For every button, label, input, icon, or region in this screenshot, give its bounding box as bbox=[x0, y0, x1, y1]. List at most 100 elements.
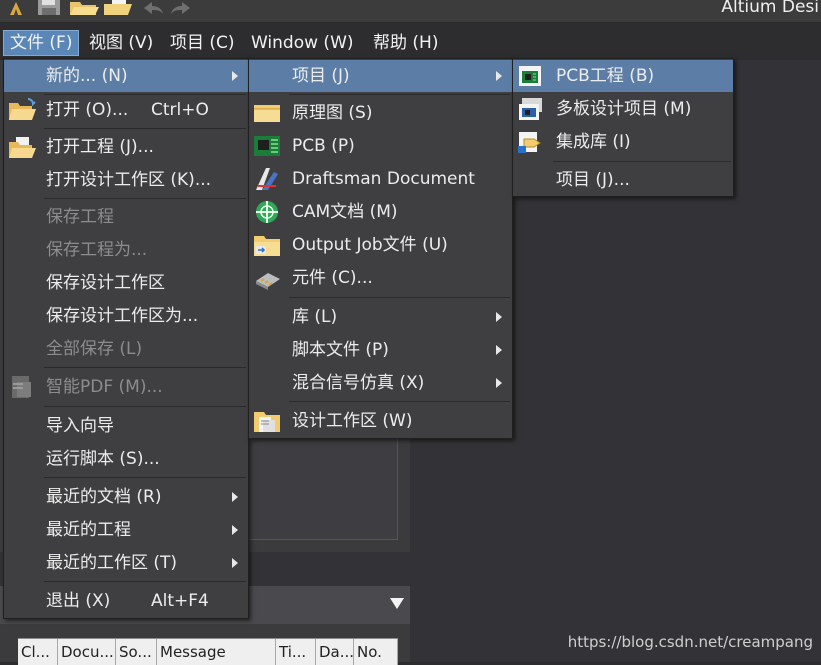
column-class[interactable]: Cl... bbox=[18, 639, 58, 665]
submenu-arrow-icon bbox=[496, 312, 502, 322]
menu-item-recent-projects[interactable]: 最近的工程 bbox=[4, 514, 248, 546]
menu-item-label: CAM文档 (M) bbox=[292, 202, 398, 222]
menu-item-save-project[interactable]: 保存工程 bbox=[4, 201, 248, 233]
open-folder-icon[interactable] bbox=[68, 0, 100, 16]
menu-item-schematic[interactable]: 原理图 (S) bbox=[249, 97, 512, 129]
menu-item-save-all[interactable]: 全部保存 (L) bbox=[4, 333, 248, 365]
app-logo-icon[interactable] bbox=[6, 0, 26, 16]
redo-icon[interactable] bbox=[168, 0, 194, 16]
submenu-arrow-icon bbox=[496, 71, 502, 81]
menu-item-label: 最近的文档 (R) bbox=[46, 487, 162, 507]
pcb-project-icon bbox=[519, 66, 541, 86]
menu-item-recent-workspaces[interactable]: 最近的工作区 (T) bbox=[4, 547, 248, 579]
menu-item-save-workspace-as[interactable]: 保存设计工作区为... bbox=[4, 300, 248, 332]
menu-item-draftsman[interactable]: Draftsman Document bbox=[249, 163, 512, 195]
column-source[interactable]: So... bbox=[116, 639, 157, 665]
pcb-icon bbox=[254, 136, 280, 156]
menu-item-open-project[interactable]: 打开工程 (J)... bbox=[4, 131, 248, 163]
menu-separator bbox=[44, 581, 246, 582]
menu-item-import-wizard[interactable]: 导入向导 bbox=[4, 410, 248, 442]
submenu-arrow-icon bbox=[232, 492, 238, 502]
menu-item-project-more[interactable]: 项目 (J)... bbox=[513, 164, 733, 196]
design-workspace-icon bbox=[254, 412, 280, 432]
open-folder-icon bbox=[9, 98, 36, 120]
menu-item-label: 全部保存 (L) bbox=[46, 339, 143, 359]
column-document[interactable]: Docu... bbox=[58, 639, 116, 665]
menu-item-label: 导入向导 bbox=[46, 416, 114, 436]
menu-item-label: 脚本文件 (P) bbox=[292, 340, 389, 360]
menu-item-library[interactable]: 库 (L) bbox=[249, 301, 512, 333]
menu-item-script-file[interactable]: 脚本文件 (P) bbox=[249, 334, 512, 366]
menu-item-label: 保存工程 bbox=[46, 207, 114, 227]
draftsman-icon bbox=[256, 168, 278, 190]
menubar-help[interactable]: 帮助 (H) bbox=[367, 30, 444, 56]
menu-item-label: Output Job文件 (U) bbox=[292, 235, 448, 255]
menu-item-label: 打开设计工作区 (K)... bbox=[46, 170, 212, 190]
toolbar: Altium Desi bbox=[0, 0, 821, 23]
menu-item-component[interactable]: 元件 (C)... bbox=[249, 262, 512, 294]
menu-item-label: 最近的工作区 (T) bbox=[46, 553, 178, 573]
column-date[interactable]: Da... bbox=[316, 639, 354, 665]
menu-item-smart-pdf[interactable]: 智能PDF (M)... bbox=[4, 371, 248, 403]
menu-item-pcb-project[interactable]: PCB工程 (B) bbox=[513, 60, 733, 92]
menu-item-label: 项目 (J) bbox=[292, 66, 350, 86]
column-message[interactable]: Message bbox=[157, 639, 276, 665]
column-number[interactable]: No. bbox=[354, 639, 398, 665]
save-icon[interactable] bbox=[36, 0, 64, 16]
menu-item-new-project[interactable]: 项目 (J) bbox=[249, 60, 512, 92]
menubar: 文件 (F) 视图 (V) 项目 (C) Window (W) 帮助 (H) bbox=[0, 23, 821, 61]
submenu-arrow-icon bbox=[232, 558, 238, 568]
menu-item-label: 多板设计项目 (M) bbox=[556, 99, 692, 119]
menu-item-run-script[interactable]: 运行脚本 (S)... bbox=[4, 443, 248, 475]
menu-item-pcb[interactable]: PCB (P) bbox=[249, 130, 512, 162]
menu-item-label: 保存设计工作区 bbox=[46, 273, 165, 293]
menu-item-label: 保存设计工作区为... bbox=[46, 306, 199, 326]
menu-item-new[interactable]: 新的... (N) bbox=[4, 60, 248, 92]
messages-panel: Cl... Docu... So... Message Ti... Da... … bbox=[0, 624, 410, 665]
menu-item-multiboard-project[interactable]: 多板设计项目 (M) bbox=[513, 93, 733, 125]
menu-item-open[interactable]: 打开 (O)... Ctrl+O bbox=[4, 94, 248, 126]
menu-item-label: PCB工程 (B) bbox=[556, 66, 655, 86]
menu-separator bbox=[289, 94, 510, 95]
panel-dropdown-icon[interactable] bbox=[390, 598, 404, 609]
menu-item-label: 运行脚本 (S)... bbox=[46, 449, 160, 469]
output-job-icon bbox=[254, 236, 280, 256]
projects-panel-content bbox=[248, 430, 398, 540]
file-menu: 新的... (N) 打开 (O)... Ctrl+O 打开工程 (J)... 打… bbox=[3, 58, 249, 619]
menu-item-label: 最近的工程 bbox=[46, 520, 131, 540]
menu-item-shortcut: Alt+F4 bbox=[151, 591, 209, 611]
schematic-icon bbox=[254, 105, 280, 122]
menubar-view[interactable]: 视图 (V) bbox=[83, 30, 159, 56]
watermark: https://blog.csdn.net/creampang bbox=[567, 633, 813, 651]
submenu-arrow-icon bbox=[496, 345, 502, 355]
menu-separator bbox=[553, 161, 731, 162]
menubar-project[interactable]: 项目 (C) bbox=[164, 30, 241, 56]
menu-item-label: 退出 (X) bbox=[46, 591, 111, 611]
menu-item-recent-documents[interactable]: 最近的文档 (R) bbox=[4, 481, 248, 513]
menu-item-label: 设计工作区 (W) bbox=[292, 411, 413, 431]
menubar-file[interactable]: 文件 (F) bbox=[3, 30, 80, 56]
menu-item-label: 原理图 (S) bbox=[292, 103, 373, 123]
menu-item-integrated-library[interactable]: 集成库 (I) bbox=[513, 126, 733, 158]
menu-item-label: Draftsman Document bbox=[292, 169, 475, 189]
column-time[interactable]: Ti... bbox=[276, 639, 316, 665]
menu-item-save-project-as[interactable]: 保存工程为... bbox=[4, 234, 248, 266]
open-project-icon[interactable] bbox=[102, 0, 134, 16]
menu-item-save-workspace[interactable]: 保存设计工作区 bbox=[4, 267, 248, 299]
submenu-arrow-icon bbox=[496, 378, 502, 388]
menu-item-label: 打开 (O)... bbox=[46, 100, 129, 120]
menu-item-output-job[interactable]: Output Job文件 (U) bbox=[249, 229, 512, 261]
menu-item-design-workspace[interactable]: 设计工作区 (W) bbox=[249, 405, 512, 437]
menu-item-label: 集成库 (I) bbox=[556, 132, 631, 152]
cam-icon bbox=[256, 201, 278, 223]
menu-item-exit[interactable]: 退出 (X) Alt+F4 bbox=[4, 585, 248, 617]
menu-item-cam-document[interactable]: CAM文档 (M) bbox=[249, 196, 512, 228]
menu-separator bbox=[44, 367, 246, 368]
undo-icon[interactable] bbox=[140, 0, 166, 16]
menu-separator bbox=[289, 401, 510, 402]
submenu-arrow-icon bbox=[232, 525, 238, 535]
menubar-window[interactable]: Window (W) bbox=[245, 30, 360, 56]
menu-item-open-workspace[interactable]: 打开设计工作区 (K)... bbox=[4, 164, 248, 196]
menu-item-mixed-signal-sim[interactable]: 混合信号仿真 (X) bbox=[249, 367, 512, 399]
menu-separator bbox=[44, 128, 246, 129]
